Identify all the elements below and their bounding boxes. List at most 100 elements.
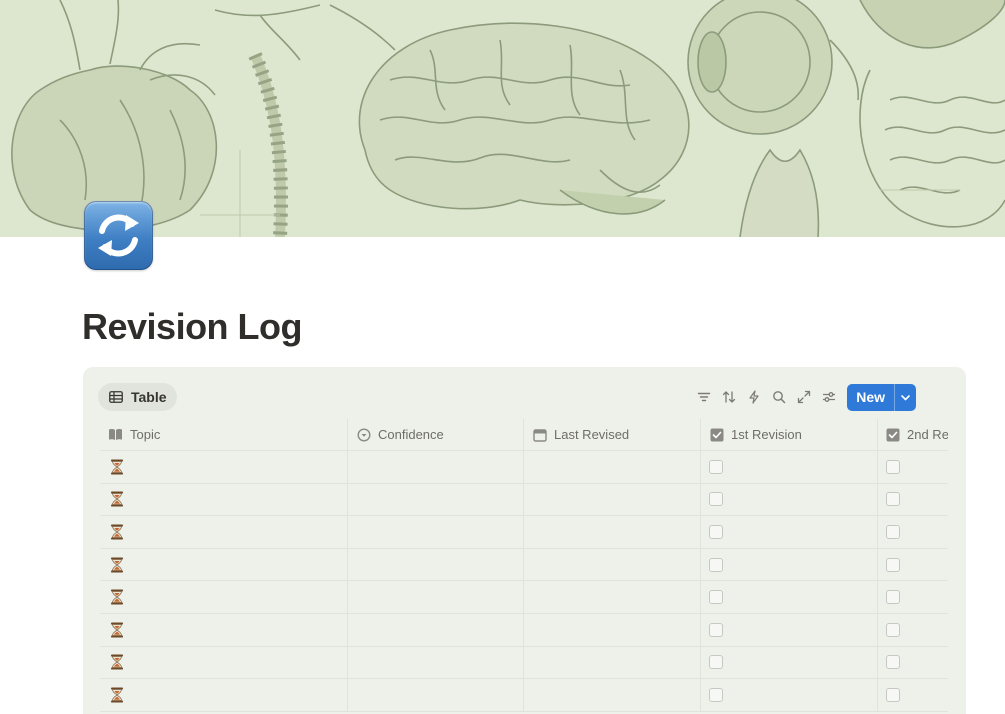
hourglass-icon bbox=[110, 524, 124, 540]
1st-revision-checkbox[interactable] bbox=[709, 524, 723, 539]
page-title[interactable]: Revision Log bbox=[82, 306, 303, 348]
expand-icon[interactable] bbox=[792, 385, 816, 409]
last-revised-cell[interactable] bbox=[524, 483, 701, 516]
database-view: Table New Topic Confidence Last Revised … bbox=[83, 367, 966, 714]
topic-cell[interactable] bbox=[100, 646, 348, 679]
last-revised-cell[interactable] bbox=[524, 581, 701, 613]
column-header-last-revised[interactable]: Last Revised bbox=[524, 419, 701, 450]
topic-cell[interactable] bbox=[100, 679, 348, 711]
2nd-revision-checkbox[interactable] bbox=[886, 459, 900, 474]
last-revised-cell[interactable] bbox=[524, 646, 701, 679]
confidence-cell[interactable] bbox=[348, 679, 524, 711]
2nd-revision-checkbox[interactable] bbox=[886, 687, 900, 702]
2nd-revision-checkbox[interactable] bbox=[886, 557, 900, 572]
confidence-cell[interactable] bbox=[348, 451, 524, 483]
1st-revision-cell bbox=[701, 483, 878, 516]
search-icon[interactable] bbox=[767, 385, 791, 409]
table-row[interactable] bbox=[100, 451, 948, 484]
2nd-revision-checkbox[interactable] bbox=[886, 622, 900, 637]
column-header-label: Last Revised bbox=[554, 427, 630, 442]
1st-revision-checkbox[interactable] bbox=[709, 492, 723, 507]
calendar-icon bbox=[532, 427, 547, 442]
1st-revision-cell bbox=[701, 516, 878, 548]
confidence-cell[interactable] bbox=[348, 646, 524, 679]
last-revised-cell[interactable] bbox=[524, 679, 701, 711]
topic-cell[interactable] bbox=[100, 613, 348, 646]
1st-revision-cell bbox=[701, 451, 878, 483]
new-button-label[interactable]: New bbox=[847, 384, 894, 411]
table-row[interactable] bbox=[100, 679, 948, 712]
table-row[interactable] bbox=[100, 516, 948, 549]
view-tab-table[interactable]: Table bbox=[98, 383, 177, 411]
column-header-label: Topic bbox=[130, 427, 161, 442]
confidence-cell[interactable] bbox=[348, 613, 524, 646]
1st-revision-cell bbox=[701, 581, 878, 613]
book-icon bbox=[108, 427, 123, 442]
settings-icon[interactable] bbox=[817, 385, 841, 409]
2nd-revision-cell bbox=[878, 549, 948, 581]
hourglass-icon bbox=[110, 687, 124, 703]
table-row[interactable] bbox=[100, 581, 948, 614]
table-row[interactable] bbox=[100, 548, 948, 582]
database-toolbar: New bbox=[691, 383, 966, 411]
column-header-topic[interactable]: Topic bbox=[100, 419, 348, 450]
2nd-revision-checkbox[interactable] bbox=[886, 655, 900, 670]
chevron-down-icon[interactable] bbox=[894, 383, 916, 411]
1st-revision-checkbox[interactable] bbox=[709, 687, 723, 702]
table-row[interactable] bbox=[100, 483, 948, 517]
hourglass-icon bbox=[110, 589, 124, 605]
table-body bbox=[100, 451, 948, 712]
last-revised-cell[interactable] bbox=[524, 548, 701, 581]
hourglass-icon bbox=[110, 491, 124, 507]
last-revised-cell[interactable] bbox=[524, 451, 701, 483]
table-icon bbox=[109, 390, 123, 404]
last-revised-cell[interactable] bbox=[524, 613, 701, 646]
hourglass-icon bbox=[110, 654, 124, 670]
topic-cell[interactable] bbox=[100, 451, 348, 483]
confidence-cell[interactable] bbox=[348, 548, 524, 581]
hourglass-icon bbox=[110, 557, 124, 573]
arrows-counterclockwise-emoji-icon[interactable] bbox=[84, 201, 153, 270]
2nd-revision-checkbox[interactable] bbox=[886, 492, 900, 507]
checkbox-icon bbox=[709, 427, 724, 442]
new-button[interactable]: New bbox=[847, 383, 916, 411]
automation-icon[interactable] bbox=[742, 385, 766, 409]
topic-cell[interactable] bbox=[100, 548, 348, 581]
topic-cell[interactable] bbox=[100, 516, 348, 548]
confidence-cell[interactable] bbox=[348, 483, 524, 516]
2nd-revision-cell bbox=[878, 516, 948, 548]
database-table: Topic Confidence Last Revised 1st Revisi… bbox=[100, 419, 948, 712]
2nd-revision-cell bbox=[878, 679, 948, 711]
1st-revision-checkbox[interactable] bbox=[709, 622, 723, 637]
1st-revision-cell bbox=[701, 679, 878, 711]
1st-revision-checkbox[interactable] bbox=[709, 590, 723, 605]
1st-revision-checkbox[interactable] bbox=[709, 459, 723, 474]
column-header-2nd-revision[interactable]: 2nd Re bbox=[878, 419, 948, 450]
2nd-revision-checkbox[interactable] bbox=[886, 524, 900, 539]
2nd-revision-cell bbox=[878, 581, 948, 613]
table-row[interactable] bbox=[100, 646, 948, 680]
column-header-label: 2nd Re bbox=[907, 427, 948, 442]
filter-icon[interactable] bbox=[692, 385, 716, 409]
2nd-revision-checkbox[interactable] bbox=[886, 590, 900, 605]
table-row[interactable] bbox=[100, 613, 948, 647]
topic-cell[interactable] bbox=[100, 483, 348, 516]
table-header-row: Topic Confidence Last Revised 1st Revisi… bbox=[100, 419, 948, 451]
1st-revision-cell bbox=[701, 548, 878, 581]
column-header-1st-revision[interactable]: 1st Revision bbox=[701, 419, 878, 450]
confidence-cell[interactable] bbox=[348, 516, 524, 548]
2nd-revision-cell bbox=[878, 484, 948, 516]
checkbox-icon bbox=[886, 427, 900, 442]
1st-revision-checkbox[interactable] bbox=[709, 655, 723, 670]
sort-icon[interactable] bbox=[717, 385, 741, 409]
1st-revision-cell bbox=[701, 613, 878, 646]
column-header-confidence[interactable]: Confidence bbox=[348, 419, 524, 450]
column-header-label: 1st Revision bbox=[731, 427, 802, 442]
last-revised-cell[interactable] bbox=[524, 516, 701, 548]
1st-revision-checkbox[interactable] bbox=[709, 557, 723, 572]
topic-cell[interactable] bbox=[100, 581, 348, 613]
confidence-cell[interactable] bbox=[348, 581, 524, 613]
status-icon bbox=[356, 427, 371, 442]
1st-revision-cell bbox=[701, 646, 878, 679]
2nd-revision-cell bbox=[878, 614, 948, 646]
